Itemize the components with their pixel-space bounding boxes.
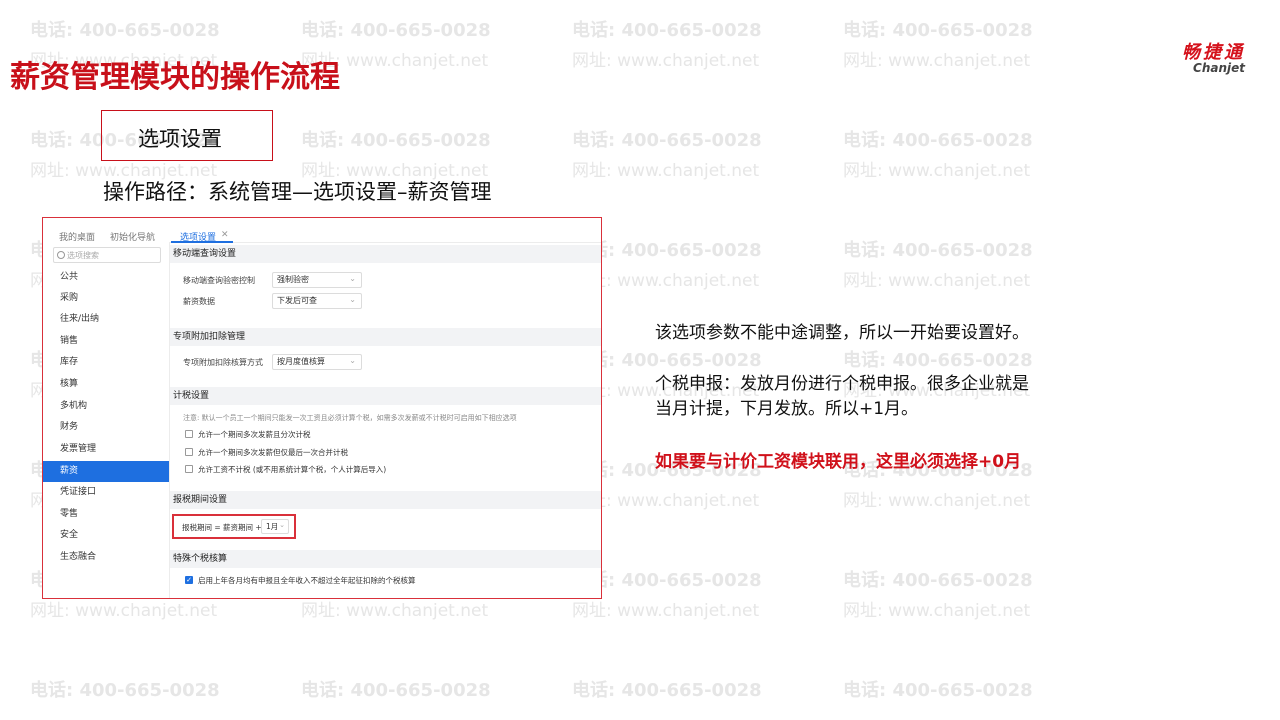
checkbox-multi-pay-merge[interactable] [185,448,193,456]
checkbox-label: 启用上年各月均有申报且全年收入不超过全年起征扣除的个税核算 [198,576,416,585]
group-title-special-deduction: 专项附加扣除管理 [170,328,601,346]
search-input[interactable]: 选项搜索 [53,247,161,263]
watermark: 电话: 400-665-0028 [30,680,220,701]
select-value: 强制验密 [277,275,309,284]
select-value: 1月 [266,522,279,531]
select-value: 按月度值核算 [277,357,325,366]
close-icon[interactable]: ✕ [221,230,229,240]
checkbox-special-tax[interactable]: ✓ [185,576,193,584]
watermark: 电话: 400-665-0028 [572,680,762,701]
watermark: 电话: 400-665-0028 [843,680,1033,701]
watermark: 电话: 400-665-0028网址: www.chanjet.net [843,570,1033,621]
operation-path: 操作路径：系统管理—选项设置–薪资管理 [103,180,492,204]
watermark: 电话: 400-665-0028网址: www.chanjet.net [572,130,762,181]
options-content: 移动端查询设置 移动端查询验密控制 强制验密 ⌄ 薪资数据 下发后可查 ⌄ 专项… [170,242,601,598]
tax-period-formula: 报税期间 = 薪资期间 + [182,523,262,532]
sidebar-item-sales[interactable]: 销售 [43,331,169,352]
explanation-line-1: 该选项参数不能中途调整，所以一开始要设置好。 [655,323,1029,343]
watermark: 电话: 400-665-0028网址: www.chanjet.net [572,20,762,71]
sidebar-item-multi-org[interactable]: 多机构 [43,396,169,417]
sidebar-item-cashier[interactable]: 往来/出纳 [43,309,169,330]
sidebar-item-accounting[interactable]: 核算 [43,374,169,395]
sidebar-item-invoice[interactable]: 发票管理 [43,439,169,460]
watermark: 电话: 400-665-0028网址: www.chanjet.net [301,130,491,181]
watermark: 电话: 400-665-0028 [301,680,491,701]
section-box: 选项设置 [101,110,273,161]
select-tax-period-offset[interactable]: 1月 ⌄ [261,519,289,534]
select-payroll-data[interactable]: 下发后可查 ⌄ [272,293,362,309]
sidebar-item-ecosystem[interactable]: 生态融合 [43,547,169,568]
group-title-tax: 计税设置 [170,387,601,405]
checkbox-no-tax[interactable] [185,465,193,473]
checkbox-label: 允许工资不计税 (或不用系统计算个税，个人计算后导入) [198,465,387,474]
select-deduction-method[interactable]: 按月度值核算 ⌄ [272,354,362,370]
tax-note: 注意: 默认一个员工一个期间只能发一次工资且必须计算个税，如需多次发薪或不计税时… [183,414,517,422]
sidebar-item-security[interactable]: 安全 [43,525,169,546]
tax-period-highlight: 报税期间 = 薪资期间 + 1月 ⌄ [172,514,296,539]
field-label-mobile-verify: 移动端查询验密控制 [183,276,255,285]
sidebar-item-payroll[interactable]: 薪资 [43,461,169,482]
sidebar-item-purchase[interactable]: 采购 [43,288,169,309]
sidebar-item-inventory[interactable]: 库存 [43,352,169,373]
explanation-line-2b: 当月计提，下月发放。所以+1月。 [655,399,919,419]
group-title-tax-period: 报税期间设置 [170,491,601,509]
logo-en-text: Chanjet [1193,61,1245,75]
section-box-label: 选项设置 [138,127,222,151]
chanjet-logo: 畅捷通 Chanjet [1150,38,1245,75]
group-title-special-tax: 特殊个税核算 [170,550,601,568]
search-icon [57,251,65,259]
watermark: 电话: 400-665-0028网址: www.chanjet.net [843,240,1033,291]
search-placeholder: 选项搜索 [67,251,99,260]
sidebar-item-public[interactable]: 公共 [43,267,169,288]
checkbox-label: 允许一个期间多次发薪但仅最后一次合并计税 [198,448,348,457]
chevron-down-icon: ⌄ [349,274,356,283]
chevron-down-icon: ⌄ [349,295,356,304]
checkbox-multi-pay-split[interactable] [185,430,193,438]
page-title: 薪资管理模块的操作流程 [10,60,340,95]
select-value: 下发后可查 [277,296,317,305]
watermark: 电话: 400-665-0028网址: www.chanjet.net [843,20,1033,71]
options-sidebar: 选项搜索 公共 采购 往来/出纳 销售 库存 核算 多机构 财务 发票管理 薪资… [43,242,170,598]
field-label-deduction-method: 专项附加扣除核算方式 [183,358,263,367]
field-label-payroll-data: 薪资数据 [183,297,215,306]
select-mobile-verify[interactable]: 强制验密 ⌄ [272,272,362,288]
chevron-down-icon: ⌄ [349,356,356,365]
explanation-line-2a: 个税申报：发放月份进行个税申报。很多企业就是 [655,374,1029,394]
chevron-down-icon: ⌄ [279,521,285,529]
explanation-line-3-warning: 如果要与计价工资模块联用，这里必须选择+0月 [655,452,1022,472]
tab-bar: 我的桌面 初始化导航 选项设置 ✕ [43,218,601,243]
watermark: 电话: 400-665-0028网址: www.chanjet.net [843,130,1033,181]
sidebar-item-finance[interactable]: 财务 [43,417,169,438]
checkbox-label: 允许一个期间多次发薪且分次计税 [198,430,311,439]
sidebar-item-voucher[interactable]: 凭证接口 [43,482,169,503]
settings-screenshot: 我的桌面 初始化导航 选项设置 ✕ 选项搜索 公共 采购 往来/出纳 销售 库存… [42,217,602,599]
sidebar-item-retail[interactable]: 零售 [43,504,169,525]
group-title-mobile: 移动端查询设置 [170,245,601,263]
